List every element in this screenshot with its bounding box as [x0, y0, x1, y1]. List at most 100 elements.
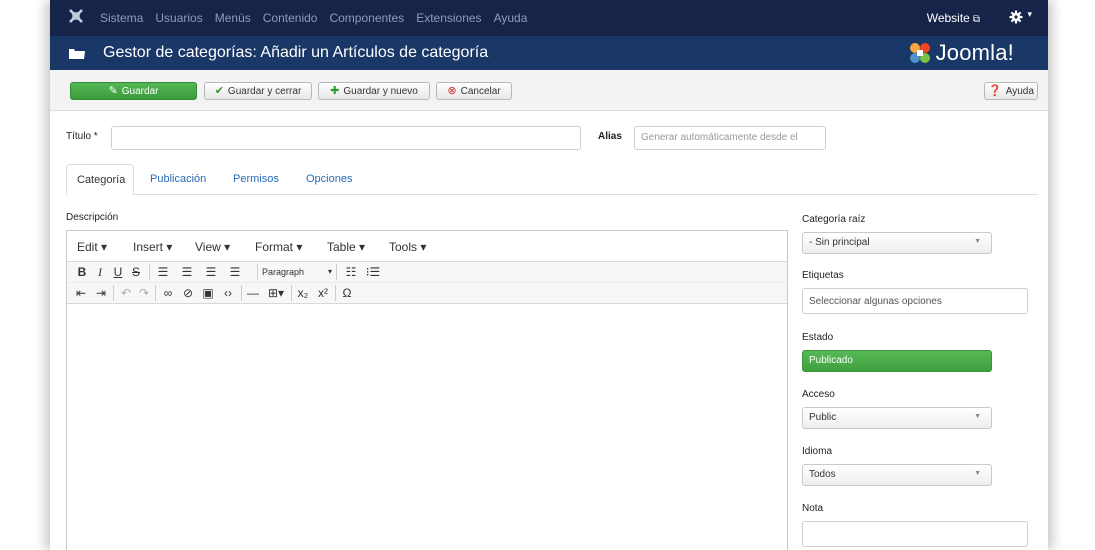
website-label: Website: [926, 11, 970, 25]
numbered-list-icon[interactable]: ⁝☰: [365, 264, 381, 280]
state-select[interactable]: Publicado: [802, 350, 992, 372]
toolbar-divider: [241, 285, 242, 301]
menu-table[interactable]: Table ▾: [327, 240, 365, 254]
tab-publicacion[interactable]: Publicación: [150, 164, 206, 194]
state-label: Estado: [802, 332, 834, 343]
undo-icon[interactable]: ↶: [119, 285, 133, 301]
folder-icon: [69, 49, 85, 59]
menu-item-componentes[interactable]: Componentes: [329, 11, 404, 25]
save-close-label: Guardar y cerrar: [227, 85, 302, 97]
toolbar-divider: [155, 285, 156, 301]
menu-item-contenido[interactable]: Contenido: [263, 11, 318, 25]
tab-categoria[interactable]: Categoría: [66, 164, 134, 195]
help-button[interactable]: ❓ Ayuda: [984, 82, 1038, 100]
plus-icon: ✚: [330, 84, 340, 97]
chevron-down-icon: ▼: [974, 470, 981, 477]
language-value: Todos: [809, 469, 836, 480]
save-close-button[interactable]: ✔ Guardar y cerrar: [204, 82, 312, 100]
link-icon[interactable]: ∞: [161, 285, 175, 301]
save-new-button[interactable]: ✚ Guardar y nuevo: [318, 82, 430, 100]
image-icon[interactable]: ▣: [201, 285, 215, 301]
redo-icon[interactable]: ↷: [137, 285, 151, 301]
parent-category-label: Categoría raíz: [802, 214, 866, 225]
caret-down-icon[interactable]: ▾: [1027, 9, 1032, 20]
align-justify-icon[interactable]: ☰: [227, 264, 243, 280]
title-input[interactable]: [111, 126, 581, 150]
menu-edit[interactable]: Edit ▾: [77, 240, 107, 254]
menu-tools[interactable]: Tools ▾: [389, 240, 426, 254]
external-link-icon: ⧉: [972, 14, 980, 25]
access-label: Acceso: [802, 389, 835, 400]
special-character-icon[interactable]: Ω: [339, 285, 355, 301]
joomla-brand: Joomla!: [908, 40, 1014, 66]
horizontal-rule-icon[interactable]: —: [245, 285, 261, 301]
chevron-down-icon: ▾: [327, 267, 332, 276]
description-label: Descripción: [66, 212, 119, 223]
tags-input[interactable]: Seleccionar algunas opciones: [802, 288, 1028, 314]
parent-category-select[interactable]: - Sin principal ▼: [802, 232, 992, 254]
menu-format[interactable]: Format ▾: [255, 240, 302, 254]
website-link[interactable]: Website ⧉: [927, 11, 980, 25]
table-icon[interactable]: ⊞▾: [265, 285, 287, 301]
indent-icon[interactable]: ⇥: [93, 285, 109, 301]
toolbar-divider: [335, 285, 336, 301]
alias-input[interactable]: Generar automáticamente desde el: [634, 126, 826, 150]
top-navbar: Sistema Usuarios Menús Contenido Compone…: [50, 0, 1048, 36]
page-header: Gestor de categorías: Añadir un Artículo…: [50, 36, 1048, 70]
joomla-x-icon[interactable]: [69, 9, 83, 23]
unlink-icon[interactable]: ⊘: [181, 285, 195, 301]
menu-item-extensiones[interactable]: Extensiones: [416, 11, 481, 25]
save-button[interactable]: ✎ Guardar: [70, 82, 197, 100]
chevron-down-icon: ▼: [974, 238, 981, 245]
tab-opciones[interactable]: Opciones: [306, 164, 352, 194]
editor-menubar: Edit ▾ Insert ▾ View ▾ Format ▾ Table ▾ …: [67, 231, 787, 262]
language-select[interactable]: Todos ▼: [802, 464, 992, 486]
question-icon: ❓: [988, 84, 1002, 97]
bullet-list-icon[interactable]: ☷: [343, 264, 359, 280]
menu-item-usuarios[interactable]: Usuarios: [155, 11, 202, 25]
tab-permisos[interactable]: Permisos: [233, 164, 279, 194]
outdent-icon[interactable]: ⇤: [73, 285, 89, 301]
editor-toolbar-row-1: B I U S ☰ ☰ ☰ ☰ Paragraph ▾ ☷ ⁝☰: [67, 262, 787, 283]
main-menu: Sistema Usuarios Menús Contenido Compone…: [100, 11, 539, 25]
align-right-icon[interactable]: ☰: [203, 264, 219, 280]
cancel-button[interactable]: ⊗ Cancelar: [436, 82, 512, 100]
strikethrough-icon[interactable]: S: [129, 264, 143, 280]
paragraph-select[interactable]: Paragraph ▾: [257, 264, 337, 280]
underline-icon[interactable]: U: [111, 264, 125, 280]
language-label: Idioma: [802, 446, 833, 457]
editor-toolbar-row-2: ⇤ ⇥ ↶ ↷ ∞ ⊘ ▣ ‹› — ⊞▾ x₂ x² Ω: [67, 283, 787, 304]
toolbar-divider: [291, 285, 292, 301]
note-label: Nota: [802, 503, 824, 514]
bold-icon[interactable]: B: [75, 264, 89, 280]
italic-icon[interactable]: I: [93, 264, 107, 280]
page-title: Gestor de categorías: Añadir un Artículo…: [103, 44, 489, 61]
note-input[interactable]: [802, 521, 1028, 547]
rich-text-editor: Edit ▾ Insert ▾ View ▾ Format ▾ Table ▾ …: [66, 230, 788, 550]
brand-wordmark: Joomla!: [935, 40, 1014, 65]
menu-insert[interactable]: Insert ▾: [133, 240, 172, 254]
editor-content-area[interactable]: [67, 303, 787, 550]
menu-item-menus[interactable]: Menús: [215, 11, 251, 25]
subscript-icon[interactable]: x₂: [295, 285, 311, 301]
tab-bar: Categoría Publicación Permisos Opciones: [66, 164, 1038, 195]
save-label: Guardar: [121, 85, 159, 97]
chevron-down-icon: ▼: [974, 413, 981, 420]
toolbar: ✎ Guardar ✔ Guardar y cerrar ✚ Guardar y…: [50, 70, 1048, 111]
app-window: Sistema Usuarios Menús Contenido Compone…: [50, 0, 1048, 550]
toolbar-divider: [149, 264, 150, 280]
save-new-label: Guardar y nuevo: [343, 85, 418, 97]
superscript-icon[interactable]: x²: [315, 285, 331, 301]
align-left-icon[interactable]: ☰: [155, 264, 171, 280]
check-icon: ✔: [214, 84, 224, 97]
menu-item-ayuda[interactable]: Ayuda: [494, 11, 528, 25]
code-icon[interactable]: ‹›: [221, 285, 235, 301]
gear-icon[interactable]: [1008, 9, 1024, 25]
menu-view[interactable]: View ▾: [195, 240, 230, 254]
access-select[interactable]: Public ▼: [802, 407, 992, 429]
align-center-icon[interactable]: ☰: [179, 264, 195, 280]
menu-item-sistema[interactable]: Sistema: [100, 11, 143, 25]
joomla-logo-icon: [909, 43, 930, 63]
title-label: Título *: [66, 131, 98, 142]
edit-icon: ✎: [108, 84, 118, 97]
